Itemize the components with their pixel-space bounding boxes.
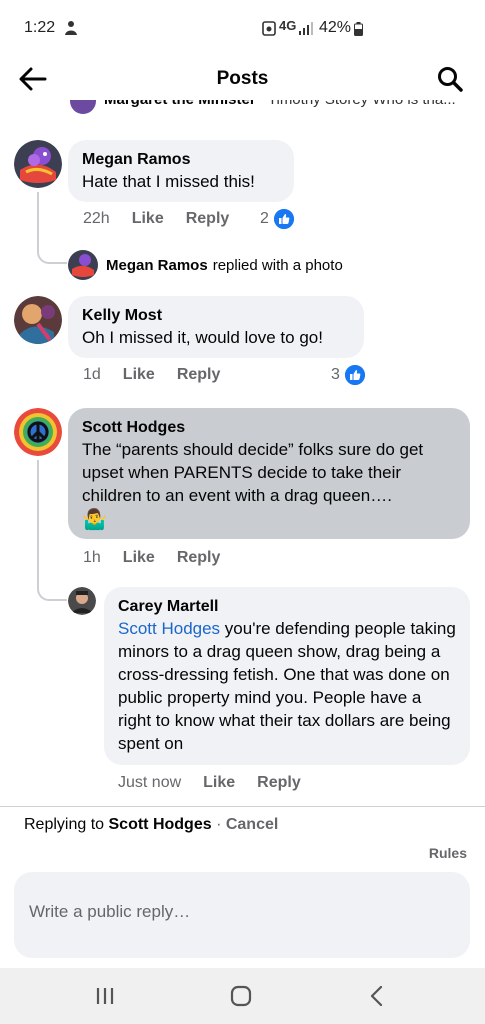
back-icon[interactable] bbox=[362, 982, 392, 1010]
avatar[interactable] bbox=[14, 140, 62, 188]
reply-actions: Just now Like Reply bbox=[118, 774, 323, 792]
reaction-number: 3 bbox=[331, 366, 340, 383]
reply-author[interactable]: Carey Martell bbox=[118, 596, 456, 617]
reply-summary-author: Megan Ramos bbox=[106, 256, 208, 274]
like-button[interactable]: Like bbox=[123, 549, 155, 567]
battery-level: 42% bbox=[319, 19, 352, 36]
reply-composer[interactable] bbox=[14, 872, 470, 958]
comment-actions: 1d Like Reply bbox=[83, 366, 242, 384]
comment-time[interactable]: 1d bbox=[83, 366, 101, 384]
comment-time[interactable]: 22h bbox=[83, 210, 110, 228]
comment-time[interactable]: 1h bbox=[83, 549, 101, 567]
like-reaction-icon bbox=[342, 363, 367, 387]
reply-button[interactable]: Reply bbox=[177, 549, 221, 567]
replying-prefix: Replying to bbox=[24, 816, 109, 833]
avatar[interactable] bbox=[68, 587, 96, 615]
replying-to-bar: Replying to Scott Hodges · Cancel bbox=[24, 816, 278, 834]
recent-apps-icon[interactable] bbox=[90, 982, 120, 1010]
avatar bbox=[68, 250, 98, 280]
cancel-reply-button[interactable]: Cancel bbox=[226, 816, 278, 833]
reply-button[interactable]: Reply bbox=[186, 210, 230, 228]
notification-icon bbox=[65, 21, 77, 35]
like-button[interactable]: Like bbox=[203, 774, 235, 792]
signal-icon bbox=[299, 22, 313, 35]
comment-bubble[interactable]: Kelly Most Oh I missed it, would love to… bbox=[68, 296, 364, 358]
like-button[interactable]: Like bbox=[123, 366, 155, 384]
avatar bbox=[70, 100, 96, 114]
reply-summary[interactable]: Megan Ramos replied with a photo bbox=[68, 250, 343, 280]
network-type: 4G bbox=[279, 18, 297, 33]
reply-input[interactable] bbox=[29, 902, 449, 922]
avatar[interactable] bbox=[14, 296, 62, 344]
page-title: Posts bbox=[216, 68, 269, 89]
reply-body: you're defending people taking minors to… bbox=[118, 619, 456, 753]
sim-icon bbox=[262, 21, 276, 36]
comment-actions: 1h Like Reply bbox=[83, 549, 242, 567]
like-reaction-icon bbox=[271, 207, 296, 231]
reply-button[interactable]: Reply bbox=[257, 774, 301, 792]
thread-connector bbox=[37, 192, 67, 264]
comment-text: Hate that I missed this! bbox=[82, 172, 255, 191]
shrug-emoji: 🤷‍♂️ bbox=[82, 509, 107, 531]
system-nav-bar bbox=[0, 968, 485, 1024]
reply-time[interactable]: Just now bbox=[118, 774, 181, 792]
like-button[interactable]: Like bbox=[132, 210, 164, 228]
search-icon[interactable] bbox=[437, 66, 463, 92]
reply-summary-text: replied with a photo bbox=[212, 256, 343, 274]
rules-link[interactable]: Rules bbox=[429, 845, 467, 861]
reply-text: Scott Hodges you're defending people tak… bbox=[118, 617, 456, 755]
battery-icon bbox=[354, 22, 363, 36]
avatar[interactable] bbox=[14, 408, 62, 456]
reply-button[interactable]: Reply bbox=[177, 366, 221, 384]
comment-text: Oh I missed it, would love to go! bbox=[82, 328, 323, 347]
comment-text: The “parents should decide” folks sure d… bbox=[82, 440, 424, 505]
reaction-count[interactable]: 2 bbox=[260, 207, 296, 231]
partial-text: Timothy Storey Who is tha... bbox=[268, 100, 456, 108]
top-app-bar: Posts bbox=[0, 56, 485, 102]
home-icon[interactable] bbox=[226, 982, 256, 1010]
reaction-count[interactable]: 3 bbox=[331, 363, 367, 387]
partial-author: Margaret the Minister bbox=[104, 100, 256, 108]
comment-bubble[interactable]: Scott Hodges The “parents should decide”… bbox=[68, 408, 470, 539]
comment-actions: 22h Like Reply bbox=[83, 210, 251, 228]
mention-link[interactable]: Scott Hodges bbox=[118, 619, 220, 638]
comment-bubble[interactable]: Megan Ramos Hate that I missed this! bbox=[68, 140, 294, 202]
comment-author[interactable]: Megan Ramos bbox=[82, 149, 280, 170]
partial-comment-row: Margaret the Minister Timothy Storey Who… bbox=[0, 100, 485, 122]
status-time: 1:22 bbox=[24, 19, 56, 36]
reaction-number: 2 bbox=[260, 210, 269, 227]
replying-name: Scott Hodges bbox=[108, 816, 212, 833]
comment-author[interactable]: Kelly Most bbox=[82, 305, 350, 326]
reply-bubble[interactable]: Carey Martell Scott Hodges you're defend… bbox=[104, 587, 470, 765]
status-bar: 1:22 4G 42% bbox=[0, 0, 485, 56]
replying-separator: · bbox=[211, 816, 226, 833]
thread-connector bbox=[37, 460, 67, 601]
divider bbox=[0, 806, 485, 807]
comment-author[interactable]: Scott Hodges bbox=[82, 417, 456, 438]
